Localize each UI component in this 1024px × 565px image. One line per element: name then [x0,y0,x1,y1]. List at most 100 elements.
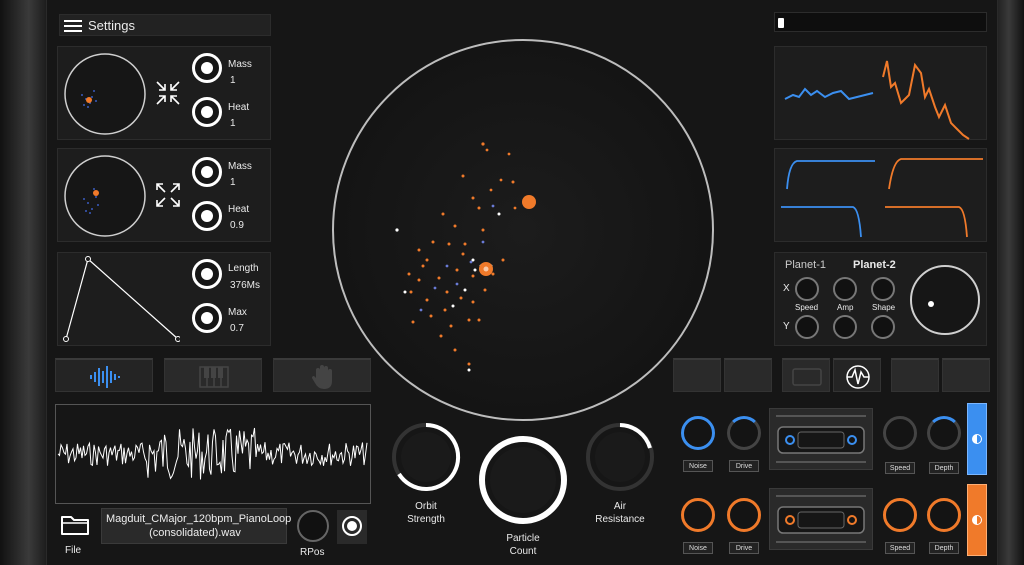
file-label: File [65,545,82,556]
fx2-enable-toggle[interactable] [967,484,987,556]
tab-piano[interactable] [164,358,262,392]
fx2-speed-label: Speed [885,542,915,554]
fx1-noise-label: Noise [683,460,713,472]
y-speed-knob[interactable] [795,315,819,339]
shape-curves-graph [781,158,983,238]
fx-tab-1[interactable] [673,358,721,392]
planet2-tab[interactable]: Planet-2 [853,259,896,271]
planet2-mass-knob[interactable] [192,157,222,187]
fx2-drive-knob[interactable] [727,498,761,532]
planet2-mass-label: Mass [228,161,252,172]
fx1-noise-knob[interactable] [681,416,715,450]
folder-icon [61,516,89,535]
length-knob[interactable] [192,259,222,289]
fx1-cassette-icon [777,426,865,454]
fx2-noise-knob[interactable] [681,498,715,532]
fx2-drive-label: Drive [729,542,759,554]
planet1-panel: Mass 1 Heat 1 [57,46,271,140]
air-resistance-label: Air Resistance [595,501,645,525]
planet2-expand-icon[interactable] [154,181,182,209]
fx2-cassette-icon [777,506,865,534]
lfo-waveform-panel [774,46,987,140]
settings-bar[interactable]: Settings [59,14,271,36]
planet1-mass-label: Mass [228,59,252,70]
half-circle-icon [972,515,982,525]
fx1-depth-label: Depth [929,462,959,474]
xy-position-pad[interactable] [907,262,983,338]
rpos-knob[interactable] [297,510,329,542]
fx1-drive-knob[interactable] [727,416,761,450]
background-left [0,0,48,565]
envelope-panel: Length 376Ms Max 0.7 [57,252,271,346]
fx1-drive-label: Drive [729,460,759,472]
planet1-tab[interactable]: Planet-1 [785,259,826,271]
fx1-speed-label: Speed [885,462,915,474]
particle-count-knob[interactable] [477,434,569,526]
fx2-noise-label: Noise [683,542,713,554]
filename-display: Magduit_CMajor_120bpm_PianoLoop (consoli… [101,508,292,544]
planet1-heat-label: Heat [228,102,250,113]
planet2-orbit-view [64,155,146,237]
fx-tab-2[interactable] [724,358,772,392]
y-amp-knob[interactable] [833,315,857,339]
top-right-bar [774,12,987,32]
y-label: Y [783,321,790,332]
audio-waveform [57,427,368,480]
tab-hand[interactable] [273,358,371,392]
tape-icon [792,368,822,386]
max-knob[interactable] [192,303,222,333]
record-icon [342,516,362,536]
air-resistance-knob[interactable] [583,420,657,494]
fx1-speed-knob[interactable] [883,416,917,450]
shape-curves-panel [774,148,987,242]
planet1-heat-knob[interactable] [192,97,222,127]
planet1-heat-value: 1 [230,118,236,129]
x-shape-knob[interactable] [871,277,895,301]
orbit-strength-knob[interactable] [389,420,463,494]
planet2-heat-label: Heat [228,204,250,215]
half-circle-icon [972,434,982,444]
fx2-speed-knob[interactable] [883,498,917,532]
planet1-mass-knob[interactable] [192,53,222,83]
fx-tab-6[interactable] [942,358,990,392]
background-right [994,0,1024,565]
filename-text: Magduit_CMajor_120bpm_PianoLoop (consoli… [106,513,292,539]
envelope-graph[interactable] [60,253,180,345]
audio-waveform-display[interactable] [55,404,371,504]
speed-label: Speed [795,303,819,312]
amp-label: Amp [837,303,854,312]
orbit-display[interactable] [323,30,723,430]
fx2-tape-module [769,488,873,550]
plugin-window: Settings Mass 1 Heat 1 Mass 1 Heat 0.9 L… [46,0,998,565]
fx1-enable-toggle[interactable] [967,403,987,475]
rpos-label: RPos [300,547,325,558]
fx-tab-5[interactable] [891,358,939,392]
settings-title: Settings [88,18,135,33]
planet2-mass-value: 1 [230,177,236,188]
shape-label: Shape [872,303,896,312]
x-speed-knob[interactable] [795,277,819,301]
x-label: X [783,283,790,294]
y-shape-knob[interactable] [871,315,895,339]
fx-tab-3[interactable] [782,358,830,392]
fx2-depth-knob[interactable] [927,498,961,532]
planet2-heat-knob[interactable] [192,201,222,231]
planet1-orbit-view [64,53,146,135]
fx1-tape-module [769,408,873,470]
length-label: Length [228,263,259,274]
file-button[interactable]: File [57,508,93,556]
x-amp-knob[interactable] [833,277,857,301]
pulse-icon [846,365,870,389]
tab-waveform[interactable] [55,358,153,392]
planet2-heat-value: 0.9 [230,220,244,231]
max-label: Max [228,307,247,318]
fx-tab-4[interactable] [833,358,881,392]
rpos-toggle-button[interactable] [337,510,367,544]
planet1-mass-value: 1 [230,75,236,86]
menu-icon[interactable] [64,19,82,33]
planet1-collapse-icon[interactable] [154,79,182,107]
orbit-strength-label: Orbit Strength [407,501,445,525]
length-value: 376Ms [230,280,261,291]
fx1-depth-knob[interactable] [927,416,961,450]
max-value: 0.7 [230,323,244,334]
